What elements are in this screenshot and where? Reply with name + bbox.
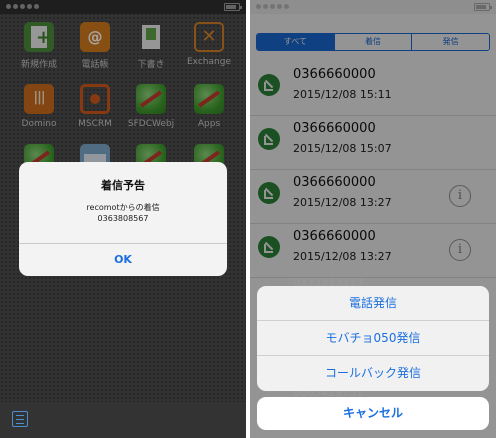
alert-ok-button[interactable]: OK bbox=[19, 244, 227, 276]
left-screen: 新規作成 電話帳 下書き Exchange Domino MSCRM SFDCW… bbox=[0, 0, 246, 438]
incoming-call-alert: 着信予告 recomotからの着信 0363808567 OK bbox=[19, 162, 227, 276]
action-callback-call[interactable]: コールバック発信 bbox=[257, 356, 489, 391]
action-mobacho-call[interactable]: モバチョ050発信 bbox=[257, 321, 489, 356]
alert-message-line1: recomotからの着信 bbox=[86, 203, 160, 212]
call-action-sheet: 電話発信 モバチョ050発信 コールバック発信 bbox=[257, 286, 489, 391]
list-icon[interactable] bbox=[12, 411, 28, 427]
cancel-button[interactable]: キャンセル bbox=[257, 397, 489, 430]
right-screen: すべて 着信 発信 0366660000 2015/12/08 15:11 03… bbox=[250, 0, 496, 438]
action-phone-call[interactable]: 電話発信 bbox=[257, 286, 489, 321]
bottom-toolbar bbox=[0, 402, 246, 438]
alert-message: recomotからの着信 0363808567 bbox=[19, 202, 227, 224]
alert-title: 着信予告 bbox=[101, 179, 145, 192]
alert-message-line2: 0363808567 bbox=[97, 214, 149, 223]
